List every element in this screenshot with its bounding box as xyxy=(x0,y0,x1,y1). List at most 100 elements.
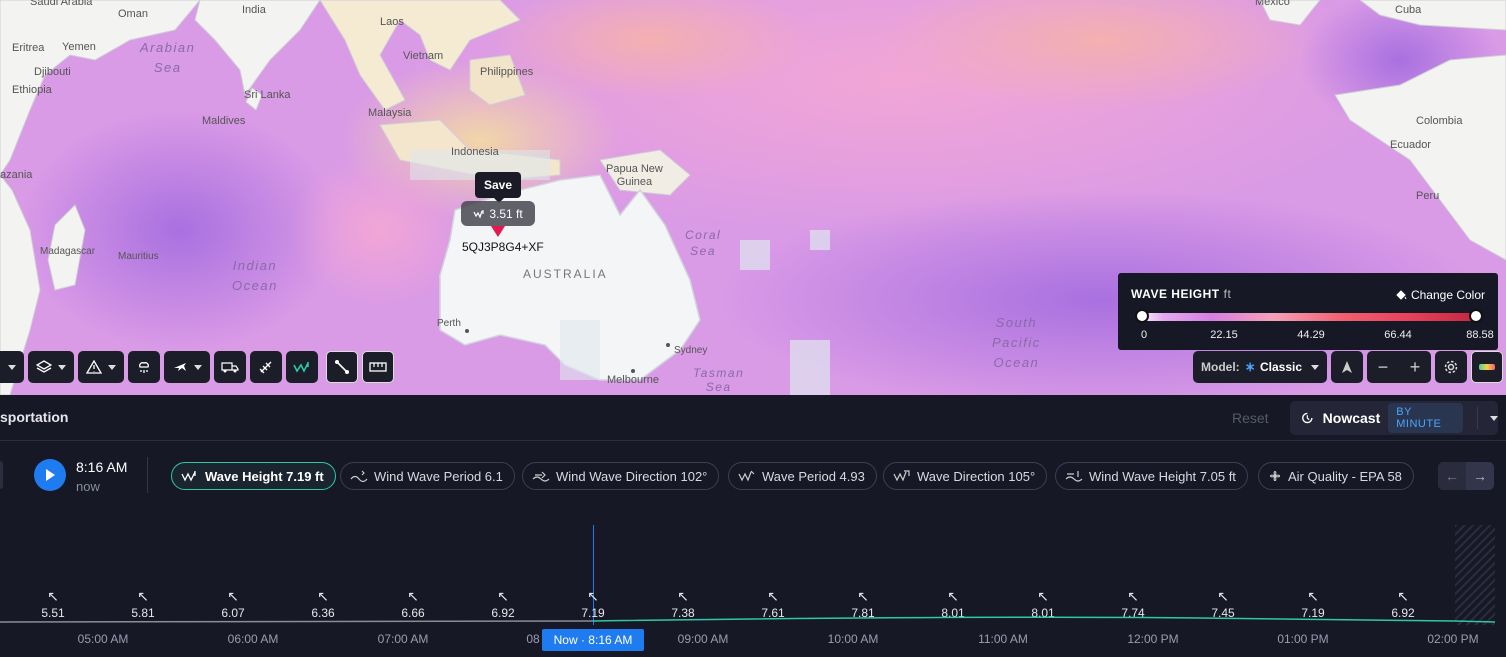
model-selector[interactable]: Model: Classic xyxy=(1193,351,1327,383)
point-value-pill[interactable]: 3.51 ft xyxy=(461,201,535,226)
route-button[interactable] xyxy=(326,351,358,383)
chip-wind-wave-period[interactable]: Wind Wave Period 6.1 xyxy=(340,462,515,490)
app-root: Saudi Arabia Oman India Laos Mexico Cuba… xyxy=(0,0,1506,657)
label-djibouti: Djibouti xyxy=(34,66,71,78)
label-mexico: Mexico xyxy=(1255,0,1290,8)
legend-tick: 22.15 xyxy=(1210,329,1238,341)
save-tooltip[interactable]: Save xyxy=(475,172,521,203)
zoom-in-button[interactable]: + xyxy=(1399,357,1431,378)
chip-label: Wind Wave Direction 102° xyxy=(556,468,708,484)
direction-arrow-icon: ↖ xyxy=(1307,588,1319,604)
chevron-down-icon xyxy=(194,364,202,370)
legend-tick: 88.58 xyxy=(1466,329,1494,341)
weather-map[interactable]: Saudi Arabia Oman India Laos Mexico Cuba… xyxy=(0,0,1506,395)
legend-max-handle[interactable] xyxy=(1469,309,1483,323)
chip-wave-period[interactable]: Wave Period 4.93 xyxy=(728,462,877,490)
airplane-icon xyxy=(174,363,186,371)
label-indonesia: Indonesia xyxy=(451,146,499,158)
point-value: 3.51 ft xyxy=(489,206,523,221)
label-ecuador: Ecuador xyxy=(1390,139,1431,151)
forecast-timeline[interactable]: ↖ 5.51 ↖ 5.81 ↖ 6.07 ↖ 6.36 ↖ 6.66 ↖ 6.92 ↖ 7.19 ↖ 7.38… xyxy=(0,515,1506,657)
reset-button[interactable]: Reset xyxy=(1232,410,1269,426)
legend-min-handle[interactable] xyxy=(1135,309,1149,323)
zoom-controls: − + xyxy=(1367,351,1431,383)
label-perth: Perth xyxy=(437,318,461,329)
chevron-down-icon xyxy=(1490,415,1498,421)
label-coral-sea: Coral Sea xyxy=(685,228,722,258)
play-button[interactable] xyxy=(34,459,66,491)
layer-toolbar xyxy=(0,351,394,383)
direction-arrow-icon: ↖ xyxy=(1037,588,1049,604)
play-icon xyxy=(46,469,55,481)
chip-nav: ← → xyxy=(1438,462,1494,490)
chip-wind-wave-direction[interactable]: Wind Wave Direction 102° xyxy=(522,462,720,490)
location-pin-icon[interactable] xyxy=(491,226,505,237)
chip-label: Wave Direction 105° xyxy=(917,468,1036,484)
gear-icon xyxy=(1444,360,1458,374)
direction-arrow-icon: ↖ xyxy=(947,588,959,604)
wave-height-trend-line xyxy=(0,616,1496,623)
direction-arrow-icon: ↖ xyxy=(1397,588,1409,604)
flights-button[interactable] xyxy=(164,351,210,383)
hour-label: 08 xyxy=(526,632,540,646)
chip-wind-wave-height[interactable]: Wind Wave Height 7.05 ft xyxy=(1055,462,1248,490)
current-time: 8:16 AM xyxy=(76,459,128,475)
direction-arrow-icon: ↖ xyxy=(767,588,779,604)
label-australia: AUSTRALIA xyxy=(523,267,608,281)
wave-height-legend: WAVE HEIGHT ft Change Color 0 22.15 44.29… xyxy=(1118,273,1498,350)
wind-wave-period-icon xyxy=(350,470,368,482)
traffic-button[interactable] xyxy=(214,351,246,383)
label-indian-ocean: Indian Ocean xyxy=(232,258,278,293)
collapse-tab[interactable] xyxy=(0,461,3,489)
city-dot-perth xyxy=(465,329,469,333)
timeline-panel: sportation Reset Nowcast BY MINUTE 8:16 … xyxy=(0,395,1506,657)
legend-unit: ft xyxy=(1223,287,1232,301)
alerts-button[interactable] xyxy=(78,351,124,383)
label-papua-new-guinea: Papua New Guinea xyxy=(606,163,663,188)
layers-icon xyxy=(36,360,52,373)
label-melbourne: Melbourne xyxy=(607,374,659,386)
wind-wave-direction-icon xyxy=(532,471,550,482)
wave-height-icon xyxy=(293,362,309,373)
label-colombia: Colombia xyxy=(1416,115,1463,127)
label-yemen: Yemen xyxy=(62,41,96,53)
hour-label: 10:00 AM xyxy=(827,632,879,646)
chip-prev-button[interactable]: ← xyxy=(1438,462,1466,490)
model-logo-icon xyxy=(1245,362,1254,372)
direction-arrow-icon: ↖ xyxy=(47,588,59,604)
label-ethiopia: Ethiopia xyxy=(12,84,52,96)
divider xyxy=(1477,407,1478,429)
chip-air-quality[interactable]: Air Quality - EPA 58 xyxy=(1258,462,1414,490)
zoom-out-button[interactable]: − xyxy=(1367,357,1399,378)
chip-label: Wind Wave Period 6.1 xyxy=(374,468,503,484)
change-color-button[interactable]: Change Color xyxy=(1395,288,1485,302)
wave-layer-button[interactable] xyxy=(286,351,318,383)
weather-overlay-button[interactable] xyxy=(128,351,160,383)
legend-toggle-button[interactable] xyxy=(1471,351,1503,383)
ruler-button[interactable] xyxy=(362,351,394,383)
direction-arrow-icon: ↖ xyxy=(587,588,599,604)
label-oman: Oman xyxy=(118,8,148,20)
toolbar-dropdown[interactable] xyxy=(0,351,24,383)
direction-arrow-icon: ↖ xyxy=(317,588,329,604)
label-mauritius: Mauritius xyxy=(118,251,159,262)
chip-next-button[interactable]: → xyxy=(1466,462,1494,490)
hour-label: 12:00 PM xyxy=(1127,632,1179,646)
direction-arrow-icon: ↖ xyxy=(857,588,869,604)
city-dot-melbourne xyxy=(631,369,635,373)
direction-arrow-icon: ↖ xyxy=(407,588,419,604)
nowcast-selector[interactable]: Nowcast BY MINUTE xyxy=(1290,401,1498,435)
warning-icon xyxy=(86,360,102,374)
compass-arrow-icon xyxy=(1342,361,1352,373)
label-cuba: Cuba xyxy=(1395,4,1422,16)
hour-label: 09:00 AM xyxy=(677,632,729,646)
chip-wave-height[interactable]: Wave Height 7.19 ft xyxy=(171,462,336,490)
chip-wave-direction[interactable]: Wave Direction 105° xyxy=(883,462,1048,490)
satellite-button[interactable] xyxy=(250,351,282,383)
layers-button[interactable] xyxy=(28,351,74,383)
settings-button[interactable] xyxy=(1435,351,1467,383)
chevron-down-icon xyxy=(8,364,16,370)
north-button[interactable] xyxy=(1331,351,1363,383)
fan-icon xyxy=(1269,470,1281,482)
now-time-pill[interactable]: Now · 8:16 AM xyxy=(542,629,644,651)
